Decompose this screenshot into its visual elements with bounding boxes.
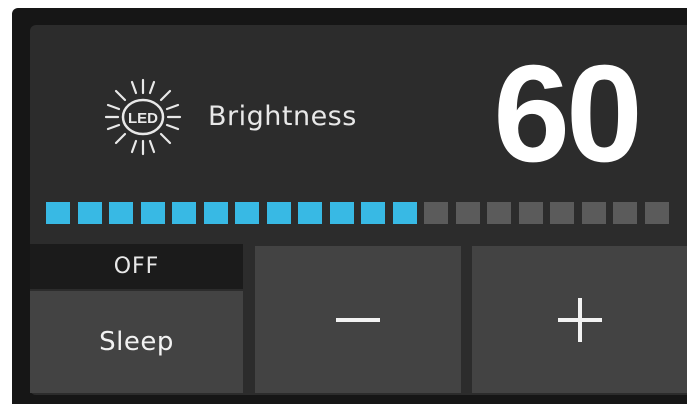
sleep-status: OFF <box>30 244 243 289</box>
level-segment-off <box>613 202 637 224</box>
level-segment-off <box>487 202 511 224</box>
brightness-label: Brightness <box>208 101 357 132</box>
level-segment-on <box>203 202 228 224</box>
brightness-header: LED Brightness 60 <box>30 25 687 220</box>
level-segment-on <box>298 202 322 224</box>
minus-icon <box>336 317 380 322</box>
plus-icon <box>557 297 602 342</box>
led-icon-text: LED <box>128 110 158 127</box>
increase-button[interactable] <box>472 246 687 393</box>
led-sun-icon: LED <box>103 77 183 157</box>
level-segment-on <box>329 202 354 224</box>
controls-row: OFF Sleep <box>30 244 687 395</box>
level-segment-off <box>518 202 543 224</box>
level-segment-on <box>140 202 165 224</box>
level-segment-off <box>644 202 669 224</box>
level-segment-on <box>361 202 385 224</box>
level-segment-on <box>77 202 102 224</box>
brightness-level-bar <box>46 202 687 224</box>
level-segment-on <box>266 202 291 224</box>
level-segment-on <box>172 202 196 224</box>
level-segment-off <box>550 202 574 224</box>
level-segment-on <box>392 202 417 224</box>
brightness-value: 60 <box>493 37 643 191</box>
level-segment-on <box>109 202 133 224</box>
level-segment-off <box>424 202 448 224</box>
level-segment-on <box>235 202 259 224</box>
level-segment-off <box>455 202 480 224</box>
sleep-button[interactable]: Sleep <box>30 291 243 393</box>
brightness-panel: LED Brightness 60 OFF Sleep <box>30 25 687 395</box>
level-segment-off <box>581 202 606 224</box>
level-segment-on <box>46 202 70 224</box>
decrease-button[interactable] <box>255 246 461 393</box>
